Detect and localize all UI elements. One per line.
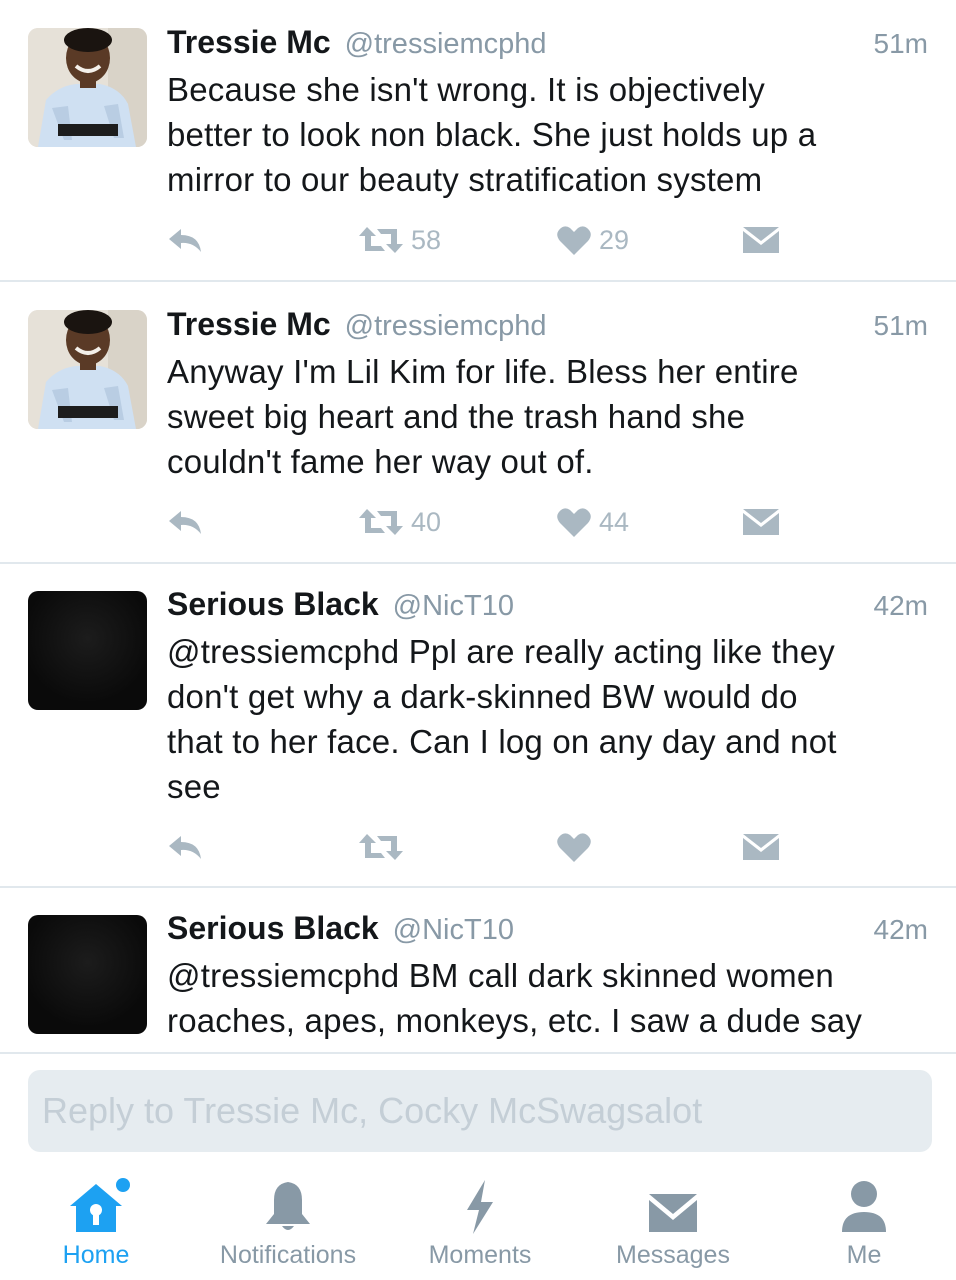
like-button[interactable] bbox=[557, 827, 591, 867]
tab-label: Messages bbox=[616, 1241, 730, 1269]
tweet-text-line: mirror to our beauty stratification syst… bbox=[167, 161, 763, 198]
tweet[interactable]: Serious Black @NicT10 42m @tressiemcphd … bbox=[0, 888, 956, 1052]
tweet-text-line: that to her face. Can I log on any day a… bbox=[167, 723, 837, 760]
timeline-feed[interactable]: Tressie Mc @tressiemcphd 51m Because she… bbox=[0, 0, 956, 1052]
tab-home[interactable]: Home bbox=[52, 1164, 140, 1280]
heart-icon bbox=[557, 833, 591, 862]
tweet-text-line: couldn't fame her way out of. bbox=[167, 443, 594, 480]
tweet-text-line: @tressiemcphd BM call dark skinned women bbox=[167, 957, 834, 994]
envelope-icon bbox=[743, 834, 779, 860]
tweet-timestamp: 42m bbox=[873, 914, 928, 945]
retweet-icon bbox=[359, 227, 403, 253]
reply-button[interactable] bbox=[167, 502, 205, 542]
tweet-author-handle[interactable]: @NicT10 bbox=[393, 590, 514, 623]
retweet-icon bbox=[359, 834, 403, 860]
tweet-text-line: sweet big heart and the trash hand she bbox=[167, 398, 746, 435]
reply-button[interactable] bbox=[167, 827, 205, 867]
avatar[interactable] bbox=[28, 915, 147, 1034]
tab-me[interactable]: Me bbox=[828, 1164, 900, 1280]
tweet[interactable]: Tressie Mc @tressiemcphd 51m Because she… bbox=[0, 0, 956, 282]
tab-moments[interactable]: Moments bbox=[420, 1164, 540, 1280]
reply-button[interactable] bbox=[167, 220, 205, 260]
person-icon bbox=[842, 1181, 886, 1232]
tweet-text-line: Anyway I'm Lil Kim for life. Bless her e… bbox=[167, 353, 799, 390]
reply-icon bbox=[169, 229, 201, 252]
tab-bar: Home Notifications Moments Messages Me bbox=[0, 1164, 956, 1280]
lightning-icon bbox=[467, 1180, 493, 1234]
tab-label: Home bbox=[62, 1241, 130, 1269]
tweet[interactable]: Tressie Mc @tressiemcphd 51m Anyway I'm … bbox=[0, 282, 956, 564]
tweet-text: Anyway I'm Lil Kim for life. Bless her e… bbox=[167, 349, 927, 484]
direct-message-button[interactable] bbox=[743, 502, 779, 542]
tweet-text-line: @tressiemcphd Ppl are really acting like… bbox=[167, 633, 835, 670]
retweet-button[interactable]: 58 bbox=[359, 220, 441, 260]
tweet-author-name[interactable]: Serious Black bbox=[167, 910, 379, 947]
retweet-count: 58 bbox=[411, 224, 442, 255]
reply-box[interactable] bbox=[28, 1070, 932, 1152]
like-button[interactable]: 44 bbox=[557, 502, 629, 542]
tab-label: Moments bbox=[428, 1241, 532, 1269]
avatar[interactable] bbox=[28, 28, 147, 147]
tab-notifications[interactable]: Notifications bbox=[208, 1164, 368, 1280]
tweet-author-name[interactable]: Tressie Mc bbox=[167, 306, 331, 343]
envelope-icon bbox=[743, 509, 779, 535]
avatar[interactable] bbox=[28, 310, 147, 429]
like-count: 44 bbox=[599, 506, 630, 537]
tweet-author-handle[interactable]: @tressiemcphd bbox=[345, 28, 547, 61]
notification-dot bbox=[116, 1178, 130, 1192]
direct-message-button[interactable] bbox=[743, 827, 779, 867]
reply-icon bbox=[169, 836, 201, 859]
tweet-author-handle[interactable]: @NicT10 bbox=[393, 914, 514, 947]
tweet-text: @tressiemcphd Ppl are really acting like… bbox=[167, 629, 927, 809]
envelope-icon bbox=[743, 227, 779, 253]
tweet-author-name[interactable]: Serious Black bbox=[167, 586, 379, 623]
tweet-timestamp: 42m bbox=[873, 590, 928, 621]
tweet-author-handle[interactable]: @tressiemcphd bbox=[345, 310, 547, 343]
envelope-icon bbox=[649, 1194, 697, 1232]
reply-input[interactable] bbox=[28, 1070, 932, 1152]
avatar[interactable] bbox=[28, 591, 147, 710]
retweet-button[interactable] bbox=[359, 827, 403, 867]
heart-icon bbox=[557, 508, 591, 537]
retweet-icon bbox=[359, 509, 403, 535]
tweet-text-line: don't get why a dark-skinned BW would do bbox=[167, 678, 798, 715]
tweet-text-line: Because she isn't wrong. It is objective… bbox=[167, 71, 765, 108]
like-count: 29 bbox=[599, 224, 630, 255]
retweet-count: 40 bbox=[411, 506, 442, 537]
profile-photo-icon bbox=[28, 28, 147, 147]
tweet-text: @tressiemcphd BM call dark skinned women… bbox=[167, 953, 927, 1043]
tweet-text-line: roaches, apes, monkeys, etc. I saw a dud… bbox=[167, 1002, 863, 1039]
like-button[interactable]: 29 bbox=[557, 220, 629, 260]
tweet-text: Because she isn't wrong. It is objective… bbox=[167, 67, 927, 202]
tab-messages[interactable]: Messages bbox=[608, 1164, 738, 1280]
home-icon bbox=[70, 1184, 122, 1232]
tweet-text-line: better to look non black. She just holds… bbox=[167, 116, 817, 153]
tab-label: Notifications bbox=[219, 1241, 357, 1269]
tweet-author-name[interactable]: Tressie Mc bbox=[167, 24, 331, 61]
tweet-timestamp: 51m bbox=[873, 310, 928, 341]
tweet-text-line: see bbox=[167, 768, 221, 805]
tweet[interactable]: Serious Black @NicT10 42m @tressiemcphd … bbox=[0, 564, 956, 888]
bell-icon bbox=[266, 1182, 310, 1230]
tab-label: Me bbox=[846, 1241, 882, 1269]
profile-photo-icon bbox=[28, 310, 147, 429]
reply-composer bbox=[0, 1052, 956, 1164]
reply-icon bbox=[169, 511, 201, 534]
tweet-timestamp: 51m bbox=[873, 28, 928, 59]
direct-message-button[interactable] bbox=[743, 220, 779, 260]
heart-icon bbox=[557, 226, 591, 255]
retweet-button[interactable]: 40 bbox=[359, 502, 441, 542]
